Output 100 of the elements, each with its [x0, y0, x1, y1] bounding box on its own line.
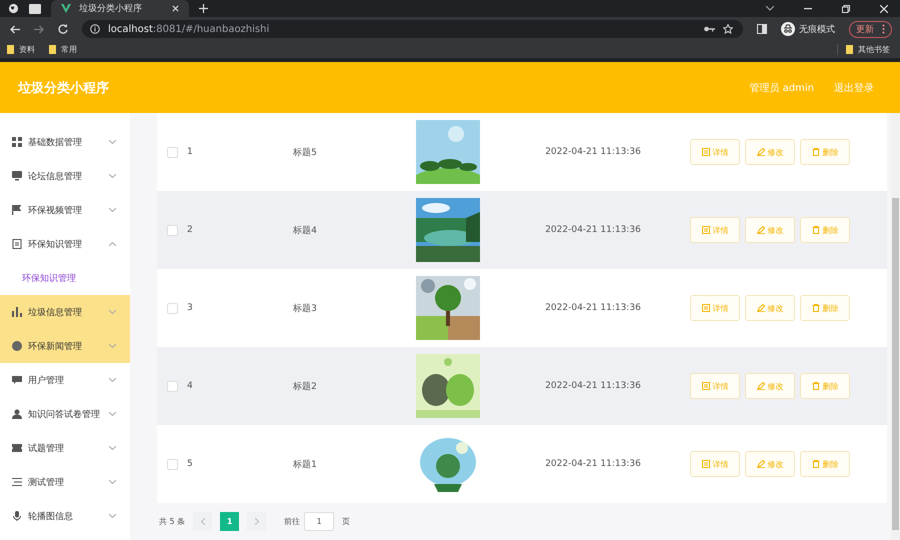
forward-icon[interactable] [34, 24, 44, 34]
user-label: 管理员 admin [749, 82, 814, 94]
table-cell: 2022-04-21 11:13:36 [545, 381, 641, 391]
grid-icon [12, 137, 22, 147]
table-cell: 1 [187, 147, 193, 157]
reload-icon[interactable] [58, 24, 68, 34]
chevron-right-icon [254, 518, 259, 525]
table-cell-text: 标题3 [293, 302, 317, 314]
document-icon [702, 382, 710, 390]
table-cell: 5 [187, 459, 193, 469]
chevron-down-icon [109, 412, 116, 416]
chevron-down-icon [109, 514, 116, 518]
scrollbar-thumb[interactable] [892, 198, 899, 530]
checkbox[interactable] [166, 380, 178, 392]
pencil-icon [756, 304, 764, 312]
menu-item[interactable]: 环保新闻管理 [0, 329, 130, 363]
checkbox[interactable] [166, 224, 178, 236]
page-input[interactable]: 1 [304, 512, 334, 531]
flag-icon [12, 205, 22, 215]
table-cell: 2022-04-21 11:13:36 [545, 459, 641, 469]
menu-item[interactable]: 试题管理 [0, 431, 130, 465]
more-icon[interactable] [882, 24, 885, 34]
window-icon[interactable] [29, 4, 41, 14]
chevron-down-icon [109, 208, 116, 212]
incognito-badge[interactable]: 无痕模式 [781, 22, 835, 36]
menu-item[interactable]: 论坛信息管理 [0, 159, 130, 193]
total-count: 共 5 条 [159, 516, 186, 527]
chevron-down-icon [109, 174, 116, 178]
info-icon [90, 24, 100, 34]
url-text: localhost:8081/#/huanbaozhishi [108, 24, 270, 34]
key-icon[interactable] [704, 26, 715, 32]
ticket-icon [12, 443, 22, 453]
checkbox[interactable] [166, 458, 178, 470]
document-icon [702, 304, 710, 312]
chevron-down-icon [109, 480, 116, 484]
table-cell: 2022-04-21 11:13:36 [545, 225, 641, 235]
doc-icon [12, 239, 22, 249]
chevron-down-icon [109, 310, 116, 314]
table-cell: 3 [187, 303, 193, 313]
pencil-icon [756, 460, 764, 468]
menu-item[interactable]: 环保知识管理 [0, 227, 130, 261]
star-icon[interactable] [723, 24, 733, 34]
minimize-icon[interactable] [804, 8, 812, 10]
menu-item[interactable]: 基础数据管理 [0, 125, 130, 159]
menu-item[interactable]: 测试管理 [0, 465, 130, 499]
folder-icon [7, 45, 14, 54]
close-icon[interactable] [880, 4, 888, 12]
goto-label: 前往 [284, 516, 300, 527]
address-field[interactable]: localhost:8081/#/huanbaozhishi [82, 20, 743, 38]
mic-icon [12, 511, 22, 521]
trash-icon [812, 304, 820, 312]
bookmark[interactable]: 常用 [49, 44, 77, 55]
monitor-icon [12, 171, 22, 181]
chevron-down-icon [109, 446, 116, 450]
document-icon [702, 148, 710, 156]
chevron-down-icon [109, 344, 116, 348]
app-title: 垃圾分类小程序 [18, 80, 109, 96]
incognito-icon [781, 22, 795, 36]
pencil-icon [756, 382, 764, 390]
scrollbar[interactable] [891, 113, 900, 540]
list-icon [12, 477, 22, 487]
browser-tab[interactable]: 垃圾分类小程序 [51, 0, 189, 17]
new-tab-icon[interactable] [199, 4, 208, 13]
table-cell: 2 [187, 225, 193, 235]
restore-icon[interactable] [842, 4, 850, 12]
sidebar-icon[interactable] [757, 24, 767, 34]
pencil-icon [756, 148, 764, 156]
chevron-down-icon [109, 378, 116, 382]
checkbox[interactable] [166, 146, 178, 158]
close-icon[interactable] [172, 5, 179, 12]
v-logo-icon [61, 4, 71, 13]
chevron-down-icon[interactable] [766, 6, 774, 11]
menu-item[interactable]: 环保视频管理 [0, 193, 130, 227]
page-suffix: 页 [342, 516, 350, 527]
table-cell: 2022-04-21 11:13:36 [545, 303, 641, 313]
table-cell-text: 标题2 [293, 380, 317, 392]
back-icon[interactable] [10, 24, 20, 34]
folder-icon [846, 45, 853, 54]
menu-item[interactable]: 垃圾信息管理 [0, 295, 130, 329]
trash-icon [812, 148, 820, 156]
bookmark[interactable]: 其他书签 [837, 44, 890, 55]
table-cell-text: 标题1 [293, 458, 317, 470]
chevron-left-icon [200, 518, 205, 525]
document-icon [702, 460, 710, 468]
bookmark[interactable]: 资料 [7, 44, 35, 55]
table-cell-text: 标题5 [293, 146, 317, 158]
update-button[interactable]: 更新 [849, 20, 892, 38]
menu-item[interactable]: 用户管理 [0, 363, 130, 397]
menu-item[interactable]: 轮播图信息 [0, 499, 130, 533]
chevron-up-icon [109, 242, 116, 246]
table-cell-text: 标题4 [293, 224, 317, 236]
trash-icon [812, 460, 820, 468]
chat-icon [12, 375, 22, 385]
person-icon [12, 409, 22, 419]
pencil-icon [756, 226, 764, 234]
checkbox[interactable] [166, 302, 178, 314]
chevron-down-icon [109, 140, 116, 144]
trash-icon [812, 226, 820, 234]
menu-item[interactable]: 知识问答试卷管理 [0, 397, 130, 431]
table-cell: 4 [187, 381, 193, 391]
